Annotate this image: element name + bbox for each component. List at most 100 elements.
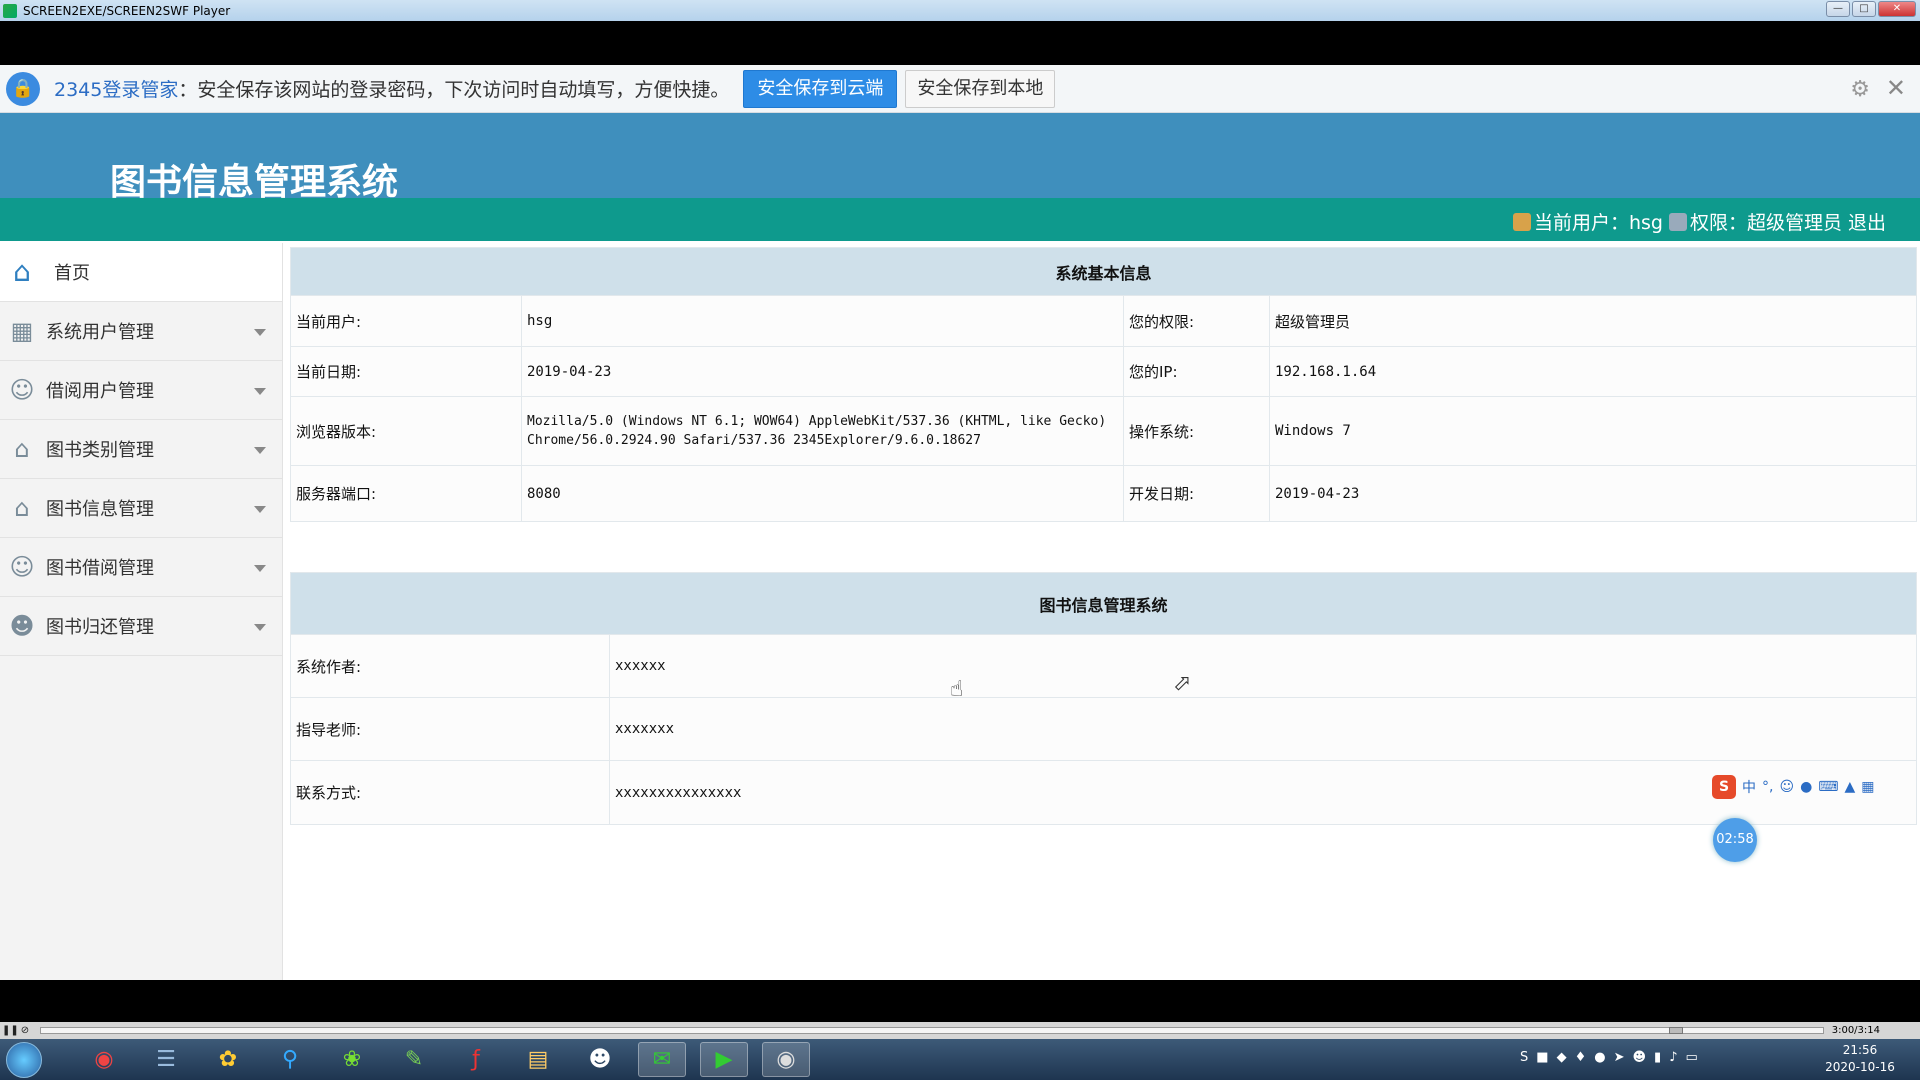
search-browser-icon[interactable]: ⚲ [266, 1042, 314, 1077]
sidebar-item-book-return[interactable]: ☻ 图书归还管理 [0, 597, 282, 656]
wechat-tray-icon[interactable]: ● [1594, 1050, 1605, 1065]
close-window-button[interactable]: ✕ [1878, 1, 1916, 17]
sidebar-item-book-info[interactable]: ⌂ 图书信息管理 [0, 479, 282, 538]
info-label: 操作系统: [1123, 396, 1270, 466]
arrow-cursor-icon: ⬀ [1173, 671, 1192, 696]
sidebar-item-label: 首页 [54, 263, 90, 284]
about-value: xxxxxx [608, 634, 1918, 698]
sidebar-item-label: 图书信息管理 [46, 499, 154, 520]
eclipse-icon[interactable]: ☰ [142, 1042, 190, 1077]
main-content: 系统基本信息 当前用户: hsg 您的权限: 超级管理员 当前日期: 2019-… [289, 247, 1918, 825]
leaf-app-icon[interactable]: ❀ [328, 1042, 376, 1077]
ime-mode-label[interactable]: 中 [1742, 777, 1756, 797]
player-controls: ❚❚ ⊘ 3:00/3:14 [0, 1022, 1920, 1039]
arrow-tray-icon[interactable]: ➤ [1614, 1050, 1625, 1065]
gear-icon[interactable]: ⚙ [1850, 77, 1870, 102]
battery-icon[interactable]: ▮ [1654, 1050, 1661, 1065]
info-value: Mozilla/5.0 (Windows NT 6.1; WOW64) Appl… [521, 396, 1124, 466]
sogou-tray-icon[interactable]: S [1520, 1050, 1528, 1065]
users-icon: ☺ [9, 553, 35, 581]
user-icon [1512, 212, 1531, 231]
current-user-label: 当前用户：hsg [1533, 212, 1663, 234]
hand-cursor-icon: ☝ [950, 677, 964, 702]
seek-bar[interactable] [40, 1027, 1824, 1034]
volume-icon[interactable]: ♪ [1669, 1050, 1677, 1065]
home-icon: ⌂ [13, 255, 31, 288]
player-app-icon[interactable]: ▶ [700, 1042, 748, 1077]
user-icon: ☻ [9, 612, 35, 640]
sidebar-item-borrower-users[interactable]: ☺ 借阅用户管理 [0, 361, 282, 420]
chrome-icon[interactable]: ◉ [80, 1042, 128, 1077]
sidebar-item-system-users[interactable]: ▦ 系统用户管理 [0, 302, 282, 361]
menu-grid-icon[interactable]: ▦ [1861, 779, 1874, 795]
clock-time: 21:56 [1842, 1043, 1878, 1057]
minimize-button[interactable]: — [1826, 1, 1850, 17]
pause-icon[interactable]: ❚❚ [2, 1024, 19, 1038]
security-icon[interactable]: ♦ [1575, 1050, 1587, 1065]
recording-timer[interactable]: 02:58 [1713, 818, 1757, 862]
keyboard-icon[interactable]: ⌨ [1818, 779, 1838, 795]
home-icon: ⌂ [14, 494, 30, 522]
punctuation-icon[interactable]: °, [1762, 779, 1773, 795]
grid-icon: ▦ [10, 317, 34, 345]
password-brand[interactable]: 2345登录管家 [54, 79, 178, 101]
stop-icon[interactable]: ⊘ [18, 1024, 32, 1038]
about-title: 图书信息管理系统 [289, 572, 1918, 635]
info-value: 8080 [521, 465, 1124, 522]
flash-icon[interactable]: ƒ [452, 1042, 500, 1077]
info-value: hsg [521, 295, 1124, 347]
sidebar-item-label: 图书借阅管理 [46, 558, 154, 579]
sidebar-item-home[interactable]: ⌂ 首页 [0, 243, 282, 302]
users-icon: ☺ [9, 376, 35, 404]
browser-icon[interactable]: ✿ [204, 1042, 252, 1077]
system-info-table: 系统基本信息 当前用户: hsg 您的权限: 超级管理员 当前日期: 2019-… [289, 247, 1918, 522]
user-bar: 当前用户：hsg 权限：超级管理员 退出 [0, 198, 1920, 241]
sidebar-item-book-borrow[interactable]: ☺ 图书借阅管理 [0, 538, 282, 597]
info-value: Windows 7 [1268, 396, 1918, 466]
info-label: 您的权限: [1123, 295, 1270, 347]
system-tray[interactable]: S ■ ◆ ♦ ● ➤ ☻ ▮ ♪ ▭ [1520, 1050, 1698, 1065]
password-message: 2345登录管家：安全保存该网站的登录密码，下次访问时自动填写，方便快捷。 [54, 75, 729, 102]
emoji-icon[interactable]: ☺ [1779, 779, 1794, 795]
qq-tray-icon[interactable]: ☻ [1632, 1050, 1646, 1065]
save-local-button[interactable]: 安全保存到本地 [905, 69, 1056, 108]
info-value: 192.168.1.64 [1268, 346, 1918, 397]
window-title: SCREEN2EXE/SCREEN2SWF Player [23, 3, 231, 18]
info-label: 当前用户: [290, 295, 522, 347]
start-button[interactable] [6, 1042, 42, 1078]
taskbar: ◉ ☰ ✿ ⚲ ❀ ✎ ƒ ▤ ☻ ✉ ▶ ◉ S ■ ◆ ♦ ● ➤ ☻ ▮ … [0, 1039, 1920, 1080]
about-table: 图书信息管理系统 系统作者: xxxxxx 指导老师: xxxxxxx 联系方式… [289, 572, 1918, 825]
notepad-icon[interactable]: ✎ [390, 1042, 438, 1077]
info-label: 当前日期: [290, 346, 522, 397]
sidebar-item-book-categories[interactable]: ⌂ 图书类别管理 [0, 420, 282, 479]
network-icon[interactable]: ■ [1536, 1050, 1548, 1065]
skin-icon[interactable]: ▲ [1845, 779, 1856, 795]
ime-toolbar[interactable]: S 中 °, ☺ ● ⌨ ▲ ▦ [1712, 775, 1875, 799]
microphone-icon[interactable]: ● [1800, 779, 1812, 795]
info-label: 开发日期: [1123, 465, 1270, 522]
qq-icon[interactable]: ☻ [576, 1042, 624, 1077]
clock[interactable]: 21:56 2020-10-16 [1820, 1042, 1900, 1076]
chevron-down-icon [254, 447, 266, 454]
shield-icon[interactable]: ◆ [1557, 1050, 1567, 1065]
save-cloud-button[interactable]: 安全保存到云端 [743, 69, 898, 108]
sidebar-item-label: 图书类别管理 [46, 440, 154, 461]
display-icon[interactable]: ▭ [1685, 1050, 1697, 1065]
folder-icon[interactable]: ▤ [514, 1042, 562, 1077]
close-icon[interactable]: ✕ [1886, 74, 1906, 102]
logout-link[interactable]: 退出 [1848, 208, 1886, 235]
clock-date: 2020-10-16 [1825, 1060, 1895, 1074]
maximize-button[interactable]: □ [1852, 1, 1876, 17]
permission-icon [1668, 212, 1687, 231]
about-value: xxxxxxx [608, 697, 1918, 761]
info-value: 超级管理员 [1268, 295, 1918, 347]
info-value: 2019-04-23 [1268, 465, 1918, 522]
system-info-title: 系统基本信息 [289, 247, 1918, 296]
screen-recorder-icon[interactable]: ◉ [762, 1042, 810, 1077]
about-label: 联系方式: [290, 760, 610, 825]
wechat-icon[interactable]: ✉ [638, 1042, 686, 1077]
permission-label: 权限：超级管理员 [1689, 212, 1842, 234]
sogou-logo-icon: S [1712, 775, 1736, 799]
seek-thumb[interactable] [1669, 1027, 1683, 1034]
sidebar-item-label: 借阅用户管理 [46, 381, 154, 402]
